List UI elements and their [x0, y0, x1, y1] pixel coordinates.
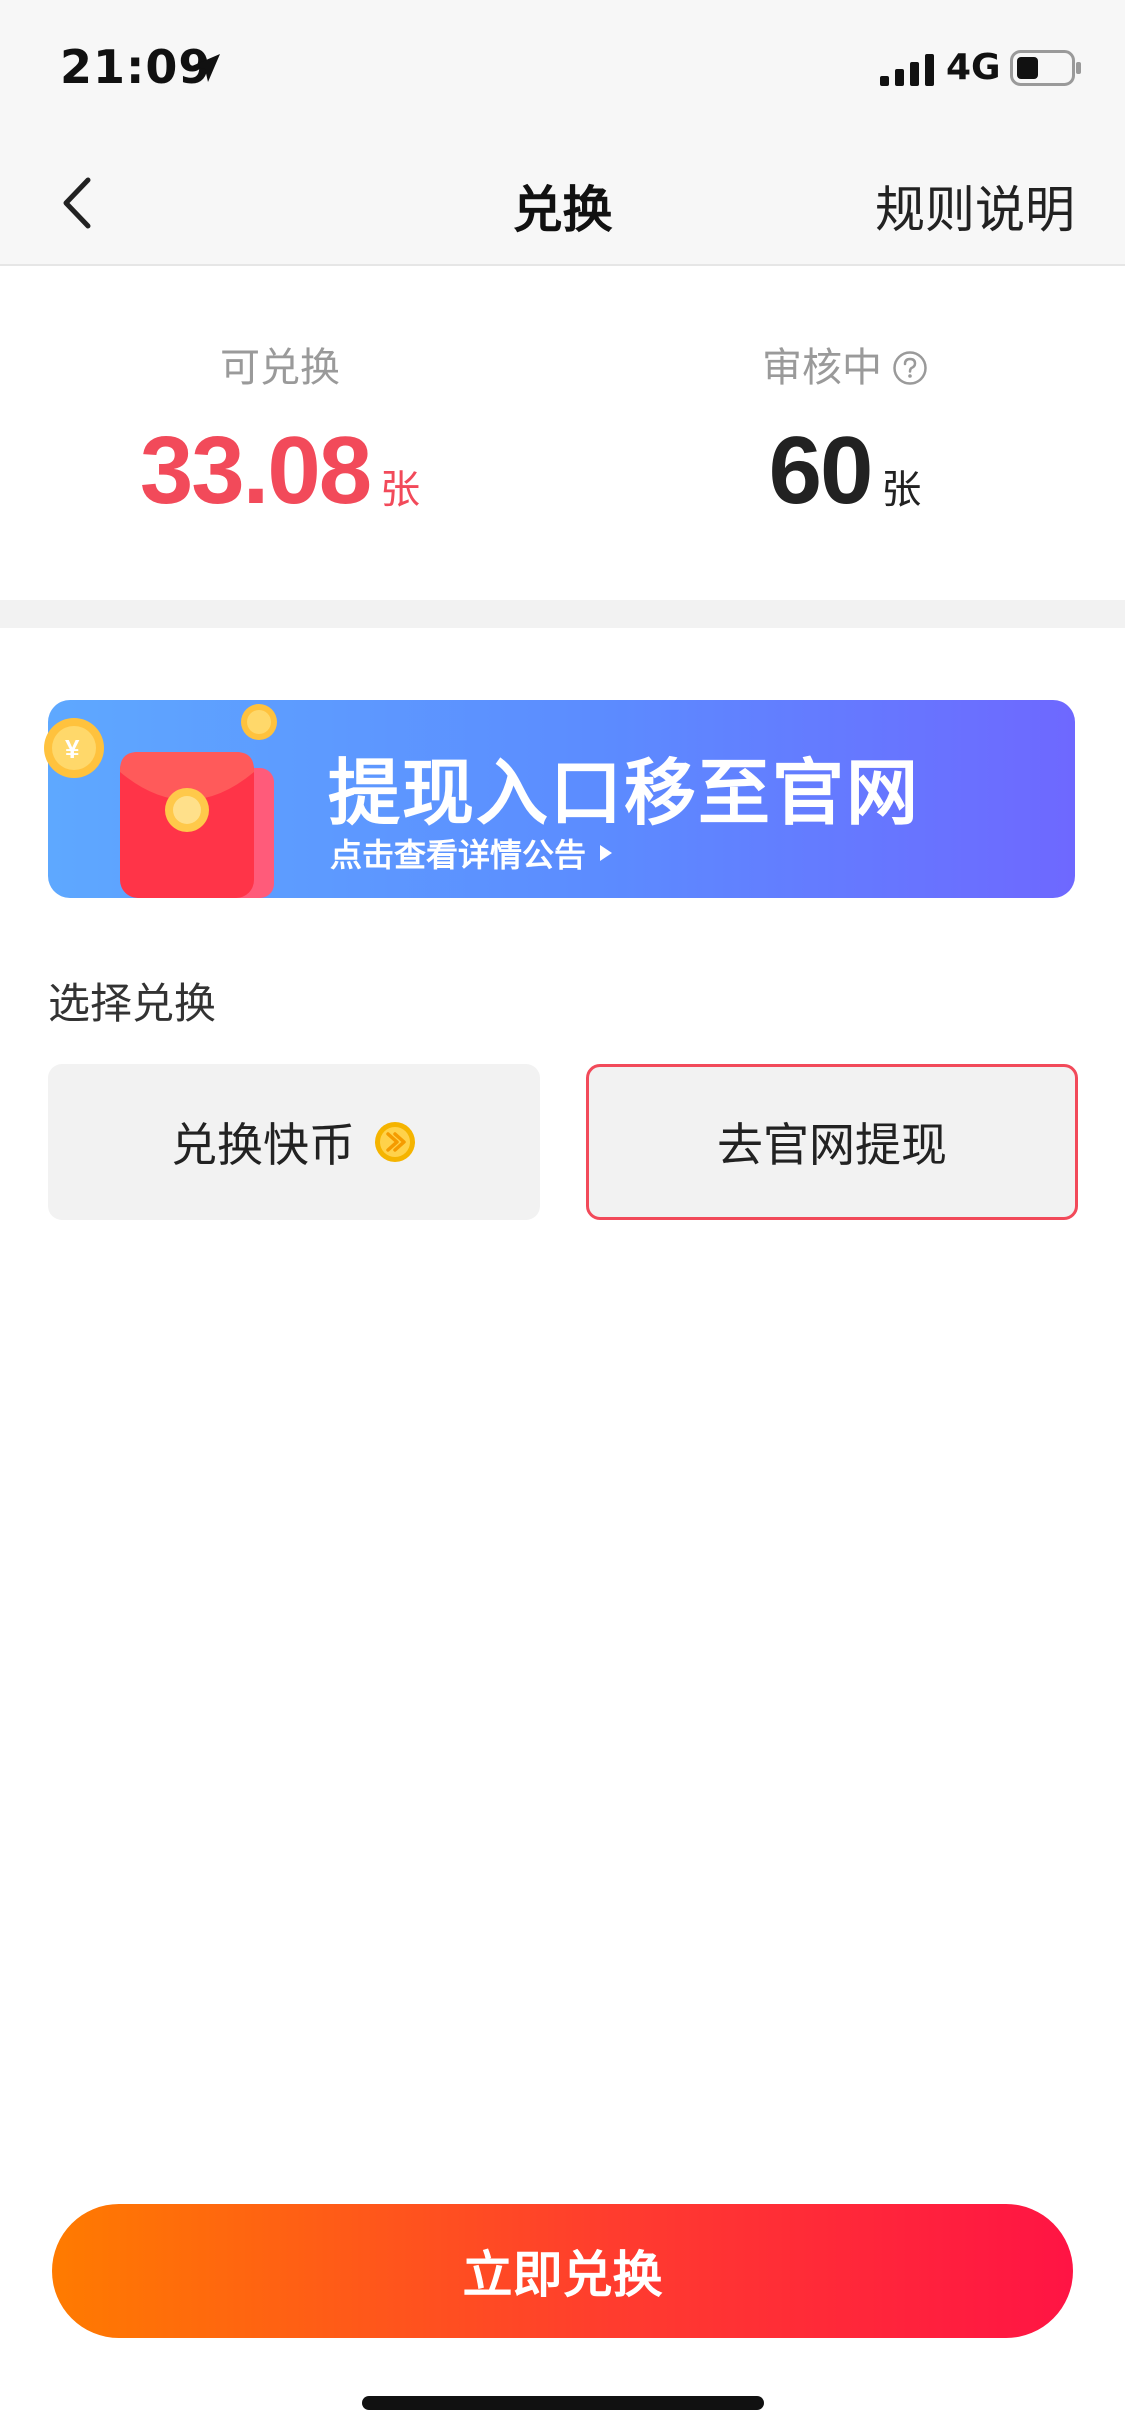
arrow-right-icon: [600, 845, 613, 861]
available-label: 可兑换: [220, 345, 340, 391]
battery-icon: [1010, 50, 1081, 86]
reviewing-label-row: 审核中: [762, 340, 928, 396]
reviewing-stat: 审核中 60 张: [645, 340, 1045, 526]
section-divider: [0, 600, 1125, 628]
red-packet-icon: ¥: [44, 704, 277, 898]
rules-link[interactable]: 规则说明: [875, 170, 1075, 242]
available-value: 33.08: [139, 417, 372, 524]
exchange-coins-option[interactable]: 兑换快币: [48, 1064, 540, 1220]
home-indicator: [362, 2396, 764, 2410]
signal-icon: [880, 54, 934, 86]
redeem-button[interactable]: 立即兑换: [52, 2204, 1073, 2338]
nav-bar: 兑换 规则说明: [0, 140, 1125, 266]
stats-panel: 可兑换 33.08 张 审核中 60 张: [0, 268, 1125, 600]
svg-text:¥: ¥: [65, 734, 80, 764]
location-arrow-icon: [192, 54, 220, 82]
reviewing-label: 审核中: [762, 345, 882, 391]
withdraw-notice-banner[interactable]: ¥ 提现入口移至官网 点击查看详情公告: [44, 700, 1075, 898]
available-unit: 张: [380, 467, 421, 513]
reviewing-value: 60: [768, 417, 874, 524]
banner-subtitle-row: 点击查看详情公告: [330, 830, 614, 876]
section-title: 选择兑换: [48, 979, 217, 1028]
available-stat: 可兑换 33.08 张: [80, 340, 480, 526]
status-time: 21:09: [60, 40, 212, 94]
network-type: 4G: [946, 47, 1001, 88]
exchange-coins-label: 兑换快币: [171, 1118, 355, 1172]
website-withdraw-option[interactable]: 去官网提现: [586, 1064, 1078, 1220]
banner-subtitle: 点击查看详情公告: [330, 836, 587, 874]
help-icon[interactable]: [892, 350, 928, 386]
reviewing-unit: 张: [881, 467, 922, 513]
status-bar: 21:09 4G: [0, 0, 1125, 140]
banner-title: 提现入口移至官网: [328, 751, 921, 835]
website-withdraw-label: 去官网提现: [717, 1118, 947, 1172]
coin-icon: [375, 1122, 415, 1162]
